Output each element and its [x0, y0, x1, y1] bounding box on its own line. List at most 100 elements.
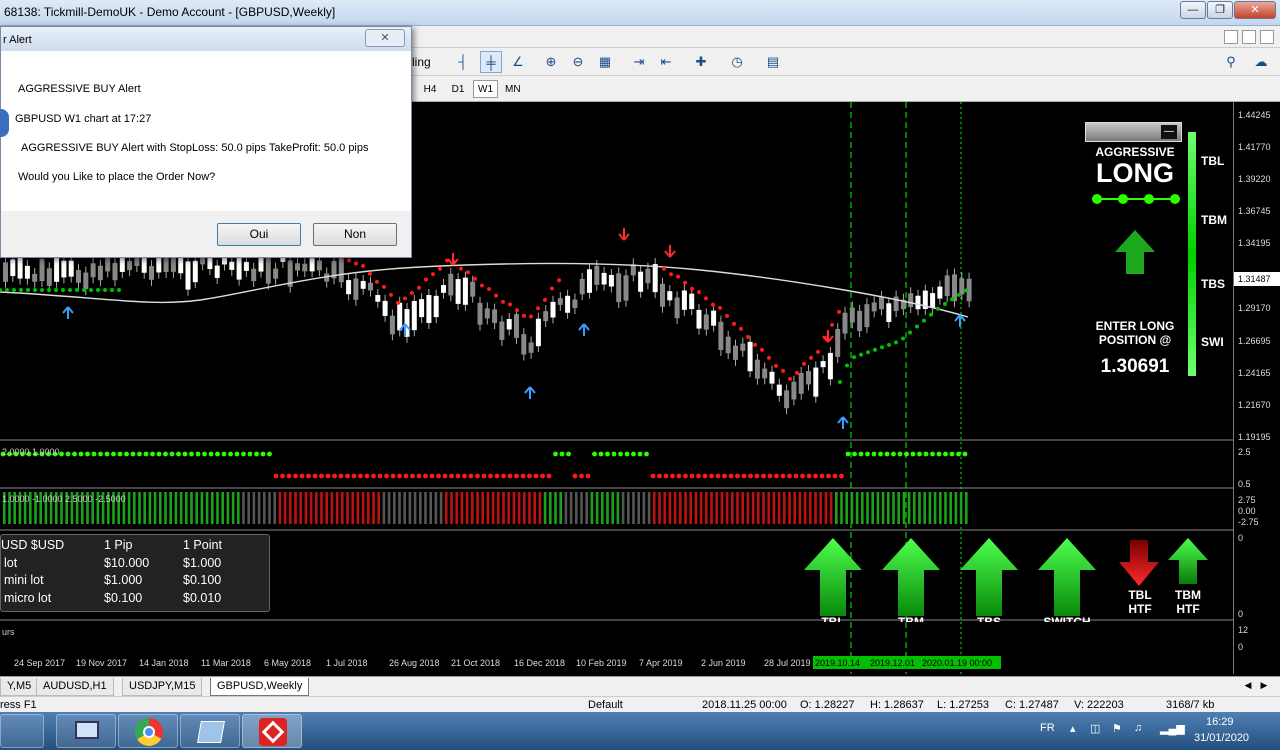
- line-chart-icon[interactable]: ∠: [507, 51, 529, 73]
- tray-up-arrow-icon[interactable]: ▴: [1070, 722, 1076, 735]
- ind1-dot: [299, 473, 305, 479]
- candlestick-icon[interactable]: ╪: [480, 51, 502, 73]
- status-low: L: 1.27253: [937, 699, 989, 711]
- candle-body: [952, 274, 957, 302]
- ind1-dot: [208, 451, 214, 457]
- stop-dot: [424, 277, 428, 282]
- ind2-bar: [611, 492, 614, 524]
- ind1-dot: [91, 451, 97, 457]
- ind2-bar: [216, 492, 219, 524]
- computer-icon[interactable]: [56, 714, 116, 748]
- ind1-dot: [377, 473, 383, 479]
- zoom-out-icon[interactable]: ⊖: [567, 51, 589, 73]
- periods-clock-icon[interactable]: ◷: [726, 51, 748, 73]
- alert-yes-button[interactable]: Oui: [217, 223, 301, 246]
- tray-signal-icon[interactable]: ▂▄▆: [1160, 722, 1185, 735]
- autoscroll-icon[interactable]: ⇤: [655, 51, 677, 73]
- chrome-icon[interactable]: [118, 714, 178, 748]
- metatrader-icon[interactable]: [242, 714, 302, 748]
- ind1-dot: [813, 473, 818, 479]
- ind1-dot: [657, 473, 662, 479]
- bar-chart-icon[interactable]: ┤: [452, 51, 474, 73]
- ind1-dot: [364, 473, 370, 479]
- chart-shift-icon[interactable]: ⇥: [628, 51, 650, 73]
- ind2-bar: [746, 492, 750, 524]
- ind2-bar: [159, 492, 162, 524]
- stop-dot: [788, 376, 792, 381]
- start-button[interactable]: [0, 714, 44, 748]
- ind2-bar: [179, 492, 183, 524]
- tab-gbpusd-weekly[interactable]: GBPUSD,Weekly: [210, 678, 310, 696]
- tile-windows-icon[interactable]: ▦: [594, 51, 616, 73]
- autotrading-label[interactable]: ling: [412, 55, 431, 69]
- stop-dot: [795, 370, 799, 375]
- candle-body: [725, 336, 731, 354]
- child-restore-icon[interactable]: [1242, 30, 1256, 44]
- stop-dot: [669, 272, 673, 277]
- search-icon[interactable]: ⚲: [1220, 51, 1242, 73]
- tab-usdjpy-m15[interactable]: USDJPY,M15: [122, 678, 203, 696]
- pip-row-point: $1.000: [183, 556, 222, 570]
- candle-body: [506, 319, 512, 330]
- candle-body: [411, 300, 417, 331]
- child-close-icon[interactable]: [1260, 30, 1274, 44]
- candle-body: [119, 256, 125, 272]
- candle-body: [338, 258, 344, 283]
- candle-body: [827, 352, 833, 380]
- ind2-bar: [668, 492, 672, 524]
- app-window-icon[interactable]: [180, 714, 240, 748]
- ind1-dot: [481, 473, 487, 479]
- candle-body: [674, 297, 680, 319]
- candle-body: [528, 342, 534, 353]
- ind1-dot: [741, 473, 747, 479]
- ind1-dot: [65, 451, 71, 457]
- indicators-icon[interactable]: ✚: [690, 51, 712, 73]
- templates-icon[interactable]: ▤: [762, 51, 784, 73]
- tray-network-icon[interactable]: ◫: [1090, 722, 1100, 735]
- ind1-dot: [241, 451, 246, 457]
- ind1-dot: [767, 473, 773, 479]
- stop-dot: [487, 287, 491, 292]
- stop-dot: [690, 286, 694, 291]
- alert-no-button[interactable]: Non: [313, 223, 397, 246]
- pip-row-point: $0.010: [183, 591, 222, 605]
- minimize-button[interactable]: —: [1180, 1, 1206, 19]
- ind1-dot: [143, 451, 149, 457]
- tf-d1[interactable]: D1: [446, 80, 470, 98]
- level-tbs: TBS: [1201, 277, 1225, 291]
- alert-close-button[interactable]: ✕: [365, 29, 405, 47]
- tabs-scroll-right-icon[interactable]: ▶: [1258, 680, 1270, 692]
- tray-volume-icon[interactable]: ♫: [1134, 722, 1142, 734]
- restore-button[interactable]: ❐: [1207, 1, 1233, 19]
- ind2-bar: [616, 492, 620, 524]
- candle-body: [535, 318, 541, 347]
- tf-w1[interactable]: W1: [473, 80, 498, 98]
- tabs-scroll-left-icon[interactable]: ◀: [1242, 680, 1254, 692]
- htf-up-arrow-icon: [1166, 536, 1210, 589]
- tf-h4[interactable]: H4: [418, 80, 442, 98]
- chat-icon[interactable]: ☁: [1250, 51, 1272, 73]
- candle-body: [806, 371, 811, 385]
- tab-chart-1[interactable]: Y,M5: [0, 678, 39, 696]
- ind2-bar: [320, 492, 323, 524]
- child-minimize-icon[interactable]: [1224, 30, 1238, 44]
- close-button[interactable]: ✕: [1234, 1, 1276, 19]
- candle-body: [273, 268, 279, 279]
- tray-language[interactable]: FR: [1040, 722, 1055, 734]
- status-profile[interactable]: Default: [588, 699, 623, 711]
- ind2-bar: [569, 492, 573, 524]
- tray-flag-icon[interactable]: ⚑: [1112, 722, 1122, 735]
- ind2-bar: [762, 492, 765, 524]
- ind2-scale-bottom: -2.75: [1238, 517, 1259, 527]
- ind1-dot: [774, 473, 779, 479]
- support-dot: [887, 342, 891, 347]
- tab-audusd-h1[interactable]: AUDUSD,H1: [36, 678, 114, 696]
- zoom-in-icon[interactable]: ⊕: [540, 51, 562, 73]
- ind1-dot: [722, 473, 727, 479]
- signal-panel-minimize-button[interactable]: —: [1161, 125, 1177, 139]
- ind1-dot: [72, 451, 77, 457]
- tf-mn[interactable]: MN: [500, 80, 526, 98]
- candle-body: [660, 283, 665, 307]
- status-close: C: 1.27487: [1005, 699, 1059, 711]
- candle-body: [879, 297, 884, 310]
